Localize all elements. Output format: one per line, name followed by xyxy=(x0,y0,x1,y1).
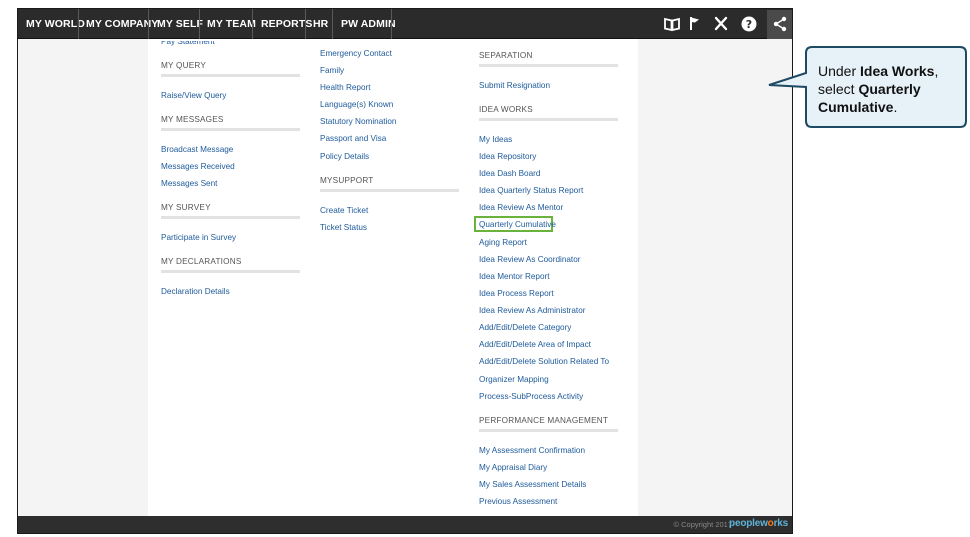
menu-heading-idea-works: IDEA WORKS xyxy=(479,105,533,114)
tools-icon[interactable] xyxy=(711,14,731,34)
callout-text: Under Idea Works, select Quarterly Cumul… xyxy=(818,62,958,116)
nav-separator xyxy=(391,9,392,39)
menu-link-policy-details[interactable]: Policy Details xyxy=(320,152,369,161)
divider xyxy=(479,118,618,121)
brand-logo-part: peoplew xyxy=(729,518,768,529)
nav-separator xyxy=(305,9,306,39)
menu-heading-my-survey: MY SURVEY xyxy=(161,203,211,212)
menu-link-my-sales-assessment-details[interactable]: My Sales Assessment Details xyxy=(479,480,586,489)
menu-link-process-subprocess-activity[interactable]: Process-SubProcess Activity xyxy=(479,392,583,401)
menu-link-idea-dash-board[interactable]: Idea Dash Board xyxy=(479,169,540,178)
menu-link-participate-in-survey[interactable]: Participate in Survey xyxy=(161,233,236,242)
book-icon[interactable] xyxy=(662,14,682,34)
divider xyxy=(161,74,300,77)
menu-link-add-edit-delete-solution-related-to[interactable]: Add/Edit/Delete Solution Related To xyxy=(479,357,609,366)
menu-link-my-assessment-confirmation[interactable]: My Assessment Confirmation xyxy=(479,446,585,455)
share-button[interactable] xyxy=(767,10,792,39)
app-window: MY WORLD MY COMPANY MY SELF MY TEAM REPO… xyxy=(17,8,793,534)
nav-separator xyxy=(252,9,253,39)
menu-link-messages-received[interactable]: Messages Received xyxy=(161,162,235,171)
menu-link-add-edit-delete-area-of-impact[interactable]: Add/Edit/Delete Area of Impact xyxy=(479,340,591,349)
menu-link-submit-resignation[interactable]: Submit Resignation xyxy=(479,81,550,90)
nav-my-team[interactable]: MY TEAM xyxy=(207,9,256,39)
callout-text-bold: Idea Works xyxy=(860,63,935,79)
divider xyxy=(161,128,300,131)
menu-link-idea-review-as-mentor[interactable]: Idea Review As Mentor xyxy=(479,203,563,212)
menu-link-passport-and-visa[interactable]: Passport and Visa xyxy=(320,134,386,143)
menu-link-idea-mentor-report[interactable]: Idea Mentor Report xyxy=(479,272,550,281)
brand-logo-part: rks xyxy=(773,518,789,529)
menu-link-broadcast-message[interactable]: Broadcast Message xyxy=(161,145,233,154)
callout-text-part: Under xyxy=(818,63,861,79)
top-nav-bar: MY WORLD MY COMPANY MY SELF MY TEAM REPO… xyxy=(18,9,792,39)
nav-my-world[interactable]: MY WORLD xyxy=(26,9,85,39)
brand-logo: peopleworks xyxy=(729,518,788,529)
divider xyxy=(320,189,459,192)
menu-heading-my-declarations: MY DECLARATIONS xyxy=(161,257,242,266)
menu-link-emergency-contact[interactable]: Emergency Contact xyxy=(320,49,392,58)
mega-menu: Pay Statement MY QUERY Raise/View Query … xyxy=(18,39,792,516)
menu-link-statutory-nomination[interactable]: Statutory Nomination xyxy=(320,117,396,126)
menu-heading-performance-management: PERFORMANCE MANAGEMENT xyxy=(479,416,609,425)
menu-link-idea-review-as-coordinator[interactable]: Idea Review As Coordinator xyxy=(479,255,581,264)
share-icon[interactable] xyxy=(770,14,790,34)
menu-link-idea-review-as-administrator[interactable]: Idea Review As Administrator xyxy=(479,306,585,315)
callout-text-part: . xyxy=(893,99,898,115)
flag-icon[interactable] xyxy=(685,14,705,34)
nav-my-self[interactable]: MY SELF xyxy=(157,9,203,39)
menu-link-aging-report[interactable]: Aging Report xyxy=(479,238,527,247)
menu-heading-separation: SEPARATION xyxy=(479,51,533,60)
divider xyxy=(161,216,300,219)
nav-separator xyxy=(78,9,79,39)
menu-link-create-ticket[interactable]: Create Ticket xyxy=(320,206,368,215)
divider xyxy=(479,64,618,67)
menu-link-family[interactable]: Family xyxy=(320,66,344,75)
menu-link-organizer-mapping[interactable]: Organizer Mapping xyxy=(479,375,549,384)
menu-link-languages-known[interactable]: Language(s) Known xyxy=(320,100,393,109)
copyright-text: © Copyright 2017 xyxy=(673,520,732,529)
menu-link-cut[interactable]: Pay Statement xyxy=(161,41,215,46)
menu-link-previous-assessment[interactable]: Previous Assessment xyxy=(479,497,557,506)
help-icon[interactable]: ? xyxy=(739,14,759,34)
nav-pw-admin[interactable]: PW ADMIN xyxy=(341,9,396,39)
menu-link-ticket-status[interactable]: Ticket Status xyxy=(320,223,367,232)
menu-link-my-ideas[interactable]: My Ideas xyxy=(479,135,512,144)
svg-text:?: ? xyxy=(746,18,752,31)
nav-separator xyxy=(148,9,149,39)
menu-heading-my-query: MY QUERY xyxy=(161,61,206,70)
divider xyxy=(161,270,300,273)
left-panel xyxy=(18,39,148,516)
nav-separator xyxy=(332,9,333,39)
menu-heading-my-messages: MY MESSAGES xyxy=(161,115,224,124)
menu-link-declaration-details[interactable]: Declaration Details xyxy=(161,287,230,296)
menu-link-my-appraisal-diary[interactable]: My Appraisal Diary xyxy=(479,463,547,472)
menu-link-add-edit-delete-category[interactable]: Add/Edit/Delete Category xyxy=(479,323,571,332)
menu-link-messages-sent[interactable]: Messages Sent xyxy=(161,179,217,188)
nav-hr[interactable]: HR xyxy=(313,9,328,39)
menu-link-quarterly-cumulative[interactable]: Quarterly Cumulative xyxy=(479,220,556,229)
divider xyxy=(479,429,618,432)
menu-link-health-report[interactable]: Health Report xyxy=(320,83,371,92)
menu-heading-mysupport: MYSUPPORT xyxy=(320,176,374,185)
menu-link-idea-repository[interactable]: Idea Repository xyxy=(479,152,536,161)
menu-link-raise-view-query[interactable]: Raise/View Query xyxy=(161,91,226,100)
footer-bar: © Copyright 2017 peopleworks xyxy=(18,516,792,533)
nav-separator xyxy=(199,9,200,39)
menu-link-idea-quarterly-status-report[interactable]: Idea Quarterly Status Report xyxy=(479,186,583,195)
menu-link-idea-process-report[interactable]: Idea Process Report xyxy=(479,289,554,298)
